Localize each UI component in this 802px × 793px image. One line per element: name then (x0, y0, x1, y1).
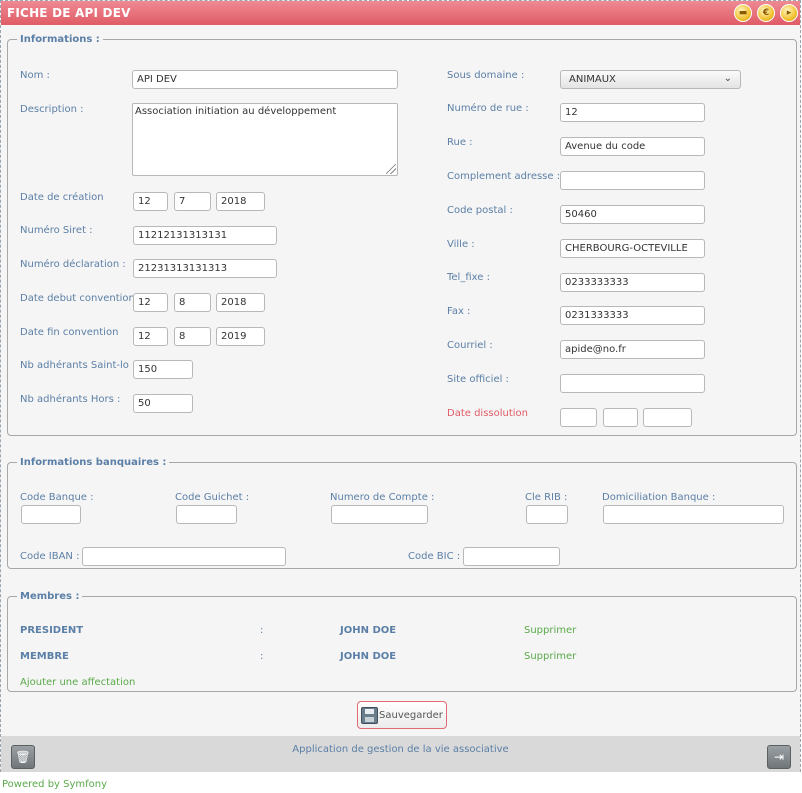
code-iban-label: Code IBAN : (20, 551, 80, 562)
code-banque-input[interactable] (21, 505, 81, 524)
informations-legend: Informations : (20, 34, 100, 45)
rue-label: Rue : (447, 137, 473, 148)
banque-fieldset: Informations banquaires : Code Banque : … (7, 457, 797, 569)
debut-convention-label: Date debut convention (20, 293, 135, 304)
save-button[interactable]: Sauvegarder (357, 701, 447, 729)
domiciliation-input[interactable] (603, 505, 784, 524)
adherants-hors-label: Nb adhérants Hors : (20, 394, 121, 405)
code-banque-label: Code Banque : (20, 492, 94, 503)
domiciliation-label: Domiciliation Banque : (602, 492, 716, 503)
title-bar: FICHE DE API DEV ▬ € ▸ (1, 1, 800, 25)
date-creation-day[interactable]: 12 (133, 192, 168, 211)
membre-name: JOHN DOE (340, 625, 397, 636)
date-creation-month[interactable]: 7 (174, 192, 211, 211)
dissolution-day[interactable] (560, 408, 597, 427)
membre-separator: : (260, 625, 264, 636)
nom-label: Nom : (20, 70, 50, 81)
description-textarea[interactable]: Association initiation au développement (132, 103, 398, 176)
folder-icon[interactable]: ▬ (734, 4, 752, 22)
numero-compte-label: Numero de Compte : (330, 492, 435, 503)
cle-rib-input[interactable] (526, 505, 568, 524)
powered-by-link[interactable]: Powered by Symfony (2, 779, 107, 790)
code-postal-input[interactable]: 50460 (560, 205, 705, 224)
supprimer-link[interactable]: Supprimer (524, 625, 576, 636)
membre-name: JOHN DOE (340, 651, 397, 662)
description-text: Association initiation au développement (135, 106, 337, 117)
sous-domaine-label: Sous domaine : (447, 70, 525, 81)
fiche-panel: FICHE DE API DEV ▬ € ▸ Informations : No… (0, 0, 801, 772)
date-creation-label: Date de création (20, 192, 104, 203)
debut-convention-year[interactable]: 2018 (216, 293, 265, 312)
fin-convention-year[interactable]: 2019 (216, 327, 265, 346)
informations-fieldset: Informations : Nom : API DEV Description… (7, 34, 797, 436)
save-button-label: Sauvegarder (379, 710, 443, 721)
ville-input[interactable]: CHERBOURG-OCTEVILLE (560, 239, 705, 258)
dissolution-label: Date dissolution (447, 408, 529, 419)
courriel-input[interactable]: apide@no.fr (560, 340, 705, 359)
code-guichet-label: Code Guichet : (175, 492, 250, 503)
fax-label: Fax : (447, 306, 471, 317)
ville-label: Ville : (447, 239, 475, 250)
footer-bar: 🗑 Application de gestion de la vie assoc… (1, 736, 800, 772)
membre-separator: : (260, 651, 264, 662)
logout-icon[interactable]: ⇥ (767, 745, 791, 769)
sous-domaine-value: ANIMAUX (569, 74, 616, 85)
fax-input[interactable]: 0231333333 (560, 306, 705, 325)
resize-grip-icon[interactable] (386, 164, 396, 174)
membre-role: MEMBRE (20, 651, 69, 662)
adherants-saintlo-input[interactable]: 150 (133, 360, 193, 379)
euro-icon[interactable]: € (757, 4, 775, 22)
banque-legend: Informations banquaires : (20, 457, 167, 468)
membres-legend: Membres : (20, 591, 80, 602)
tel-input[interactable]: 0233333333 (560, 273, 705, 292)
dissolution-month[interactable] (603, 408, 638, 427)
debut-convention-month[interactable]: 8 (174, 293, 211, 312)
debut-convention-day[interactable]: 12 (133, 293, 168, 312)
floppy-disk-icon (361, 707, 378, 724)
ajouter-affectation-link[interactable]: Ajouter une affectation (20, 677, 135, 688)
declaration-input[interactable]: 21231313131313 (133, 259, 277, 278)
supprimer-link[interactable]: Supprimer (524, 651, 576, 662)
adherants-saintlo-label: Nb adhérants Saint-lo : (20, 360, 136, 371)
code-bic-input[interactable] (463, 547, 560, 566)
numero-rue-input[interactable]: 12 (560, 103, 705, 122)
siret-label: Numéro Siret : (20, 225, 93, 236)
export-icon[interactable]: ▸ (780, 4, 798, 22)
footer-app-text: Application de gestion de la vie associa… (292, 744, 509, 755)
rue-input[interactable]: Avenue du code (560, 137, 705, 156)
tel-label: Tel_fixe : (447, 272, 490, 283)
cle-rib-label: Cle RIB : (525, 492, 568, 503)
description-label: Description : (20, 104, 84, 115)
complement-label: Complement adresse : (447, 171, 561, 182)
chevron-down-icon: ⌄ (723, 73, 732, 84)
adherants-hors-input[interactable]: 50 (133, 394, 193, 413)
window-title: FICHE DE API DEV (7, 6, 131, 20)
code-iban-input[interactable] (82, 547, 286, 566)
fin-convention-label: Date fin convention (20, 327, 119, 338)
fin-convention-day[interactable]: 12 (133, 327, 168, 346)
numero-compte-input[interactable] (331, 505, 428, 524)
code-guichet-input[interactable] (176, 505, 237, 524)
fin-convention-month[interactable]: 8 (174, 327, 211, 346)
code-postal-label: Code postal : (447, 205, 513, 216)
membre-role: PRESIDENT (20, 625, 84, 636)
date-creation-year[interactable]: 2018 (216, 192, 265, 211)
site-label: Site officiel : (447, 374, 509, 385)
sous-domaine-select[interactable]: ANIMAUX ⌄ (560, 70, 741, 89)
nom-input[interactable]: API DEV (132, 70, 398, 89)
declaration-label: Numéro déclaration : (20, 259, 126, 270)
courriel-label: Courriel : (447, 340, 493, 351)
membres-fieldset: Membres : PRESIDENT : JOHN DOE Supprimer… (7, 591, 797, 692)
code-bic-label: Code BIC : (408, 551, 461, 562)
siret-input[interactable]: 11212131313131 (133, 226, 277, 245)
dissolution-year[interactable] (643, 408, 692, 427)
site-input[interactable] (560, 374, 705, 393)
complement-input[interactable] (560, 171, 705, 190)
numero-rue-label: Numéro de rue : (447, 103, 529, 114)
